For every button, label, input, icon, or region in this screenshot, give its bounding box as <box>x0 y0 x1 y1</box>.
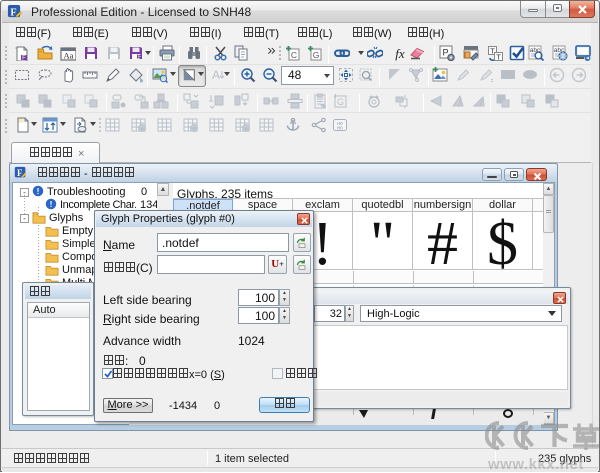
svg-text:F: F <box>138 54 141 60</box>
svg-text:F: F <box>22 56 26 61</box>
svg-text:G: G <box>313 50 320 60</box>
svg-text:T: T <box>496 53 501 62</box>
svg-text:!: ! <box>50 200 53 209</box>
svg-text:fx: fx <box>395 46 405 61</box>
svg-text:C: C <box>291 50 297 60</box>
svg-text:A: A <box>212 68 220 82</box>
svg-text:!: ! <box>37 187 40 196</box>
svg-text:MO: MO <box>337 126 343 132</box>
svg-text:G: G <box>337 97 344 107</box>
svg-text:Aa: Aa <box>64 51 74 61</box>
svg-text:P: P <box>442 48 448 58</box>
